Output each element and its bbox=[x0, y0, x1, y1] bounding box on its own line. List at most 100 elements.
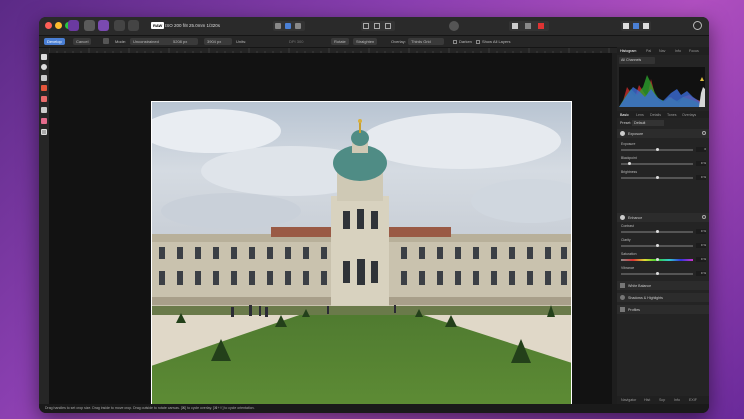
crop-width-field[interactable]: 5208 px bbox=[170, 38, 198, 45]
tab-lens[interactable]: Lens bbox=[636, 113, 644, 117]
tab-info[interactable]: Info bbox=[675, 49, 681, 53]
zoom-tool-icon[interactable] bbox=[41, 64, 47, 70]
account-icon[interactable] bbox=[693, 21, 702, 30]
slider-value-field[interactable]: 0 % bbox=[696, 257, 706, 262]
tone-map-persona-icon[interactable] bbox=[114, 20, 125, 31]
slider-value-field[interactable]: 0 % bbox=[696, 175, 706, 180]
canvas-area[interactable] bbox=[49, 53, 612, 413]
clipping-midtones-icon[interactable] bbox=[374, 23, 380, 29]
photo-persona-icon[interactable] bbox=[68, 20, 79, 31]
export-persona-icon[interactable] bbox=[128, 20, 139, 31]
hand-tool-icon[interactable] bbox=[41, 54, 47, 60]
histogram-chart bbox=[619, 67, 705, 107]
mirror-view-icon[interactable] bbox=[295, 23, 301, 29]
enhance-title: Enhance bbox=[628, 215, 643, 220]
assistant-icon[interactable] bbox=[449, 21, 459, 31]
gamut-warning-icon[interactable] bbox=[538, 23, 544, 29]
white-balance-section[interactable]: White Balance bbox=[617, 281, 709, 290]
tab-navigator[interactable]: Navigator bbox=[621, 398, 636, 402]
overlay-paint-tool-icon[interactable] bbox=[41, 107, 47, 113]
gradient-overlay-tool-icon[interactable] bbox=[41, 118, 47, 124]
swatch-icon[interactable] bbox=[525, 23, 531, 29]
show-layers-checkbox[interactable] bbox=[476, 39, 480, 44]
slider-knob[interactable] bbox=[655, 258, 659, 261]
tab-exif[interactable]: EXIF bbox=[689, 398, 697, 402]
cancel-button[interactable]: Cancel bbox=[73, 38, 92, 45]
tab-nav[interactable]: Nav bbox=[659, 49, 665, 53]
exposure-section-header[interactable]: Exposure bbox=[617, 129, 709, 138]
enhance-section-header[interactable]: Enhance bbox=[617, 213, 709, 222]
rotate-button[interactable]: Rotate bbox=[331, 38, 349, 45]
tab-details[interactable]: Details bbox=[650, 113, 661, 117]
darken-checkbox[interactable] bbox=[453, 39, 457, 44]
slider-track[interactable] bbox=[621, 244, 693, 247]
minimize-window-button[interactable] bbox=[55, 22, 62, 29]
tab-focus[interactable]: Focus bbox=[689, 49, 699, 53]
crop-tool-icon[interactable] bbox=[41, 129, 47, 135]
liquify-persona-icon[interactable] bbox=[84, 20, 95, 31]
shadows-highlights-section[interactable]: Shadows & Highlights bbox=[617, 293, 709, 302]
color-picker-icon[interactable] bbox=[512, 23, 518, 29]
raw-badge: RAW bbox=[151, 22, 165, 29]
tab-overlays[interactable]: Overlays bbox=[682, 113, 696, 117]
develop-button[interactable]: Develop bbox=[44, 38, 65, 45]
slider-value-field[interactable]: 0 % bbox=[696, 229, 706, 234]
blemish-tool-icon[interactable] bbox=[41, 96, 47, 102]
straighten-button[interactable]: Straighten bbox=[353, 38, 378, 45]
close-window-button[interactable] bbox=[45, 22, 52, 29]
slider-knob[interactable] bbox=[655, 148, 659, 151]
slider-value-field[interactable]: 0 % bbox=[696, 271, 706, 276]
shadows-highlights-icon bbox=[620, 295, 625, 300]
clipping-highlights-icon[interactable] bbox=[385, 23, 391, 29]
slider-track[interactable] bbox=[621, 258, 693, 261]
tab-pal[interactable]: Pal bbox=[646, 49, 651, 53]
slider-track[interactable] bbox=[621, 162, 693, 165]
single-view-icon[interactable] bbox=[275, 23, 281, 29]
red-eye-tool-icon[interactable] bbox=[41, 85, 47, 91]
tab-hist[interactable]: Hist bbox=[644, 398, 650, 402]
slider-track[interactable] bbox=[621, 272, 693, 275]
channel-dropdown[interactable]: All Channels bbox=[619, 57, 655, 64]
slider-label: Blackpoint bbox=[621, 156, 637, 160]
profiles-icon bbox=[620, 307, 625, 312]
slider-label: Brightness bbox=[621, 170, 638, 174]
crop-settings-icon[interactable] bbox=[103, 38, 109, 44]
dpi-field[interactable]: DPI 300 bbox=[289, 36, 303, 47]
slider-knob[interactable] bbox=[655, 272, 659, 275]
slider-value-field[interactable]: 0 % bbox=[696, 243, 706, 248]
tab-tones[interactable]: Tones bbox=[667, 113, 677, 117]
overlay-dropdown[interactable]: Thirds Grid bbox=[408, 38, 444, 45]
right-studio-icon[interactable] bbox=[633, 23, 639, 29]
clipping-shadows-icon[interactable] bbox=[363, 23, 369, 29]
units-label: Units: bbox=[236, 39, 247, 44]
slider-knob[interactable] bbox=[655, 176, 659, 179]
crop-height-field[interactable]: 3904 px bbox=[204, 38, 232, 45]
tab-histogram[interactable]: Histogram bbox=[620, 49, 636, 53]
develop-persona-icon[interactable] bbox=[98, 20, 109, 31]
reset-icon[interactable] bbox=[702, 215, 706, 219]
tab-basic[interactable]: Basic bbox=[620, 113, 629, 117]
slider-track[interactable] bbox=[621, 176, 693, 179]
left-studio-icon[interactable] bbox=[623, 23, 629, 29]
slider-knob[interactable] bbox=[628, 162, 632, 165]
exposure-icon bbox=[620, 131, 625, 136]
slider-knob[interactable] bbox=[655, 230, 659, 233]
white-balance-tool-icon[interactable] bbox=[41, 75, 47, 81]
mode-dropdown[interactable]: Unconstrained bbox=[130, 38, 172, 45]
profiles-section[interactable]: Profiles bbox=[617, 305, 709, 314]
slider-track[interactable] bbox=[621, 148, 693, 151]
tools-panel bbox=[39, 48, 49, 404]
slider-track[interactable] bbox=[621, 230, 693, 233]
toolbar-studio-icon[interactable] bbox=[643, 23, 649, 29]
overlay-label: Overlay: bbox=[391, 39, 406, 44]
photo-image[interactable] bbox=[151, 101, 572, 413]
preset-dropdown[interactable]: Default bbox=[632, 120, 664, 126]
show-layers-label: Show All Layers bbox=[482, 39, 511, 44]
reset-icon[interactable] bbox=[702, 131, 706, 135]
split-view-icon[interactable] bbox=[285, 23, 291, 29]
slider-knob[interactable] bbox=[655, 244, 659, 247]
slider-value-field[interactable]: 0 % bbox=[696, 161, 706, 166]
tab-scp[interactable]: Scp bbox=[659, 398, 665, 402]
tab-info-bottom[interactable]: Info bbox=[674, 398, 680, 402]
slider-value-field[interactable]: 0 bbox=[696, 147, 706, 152]
